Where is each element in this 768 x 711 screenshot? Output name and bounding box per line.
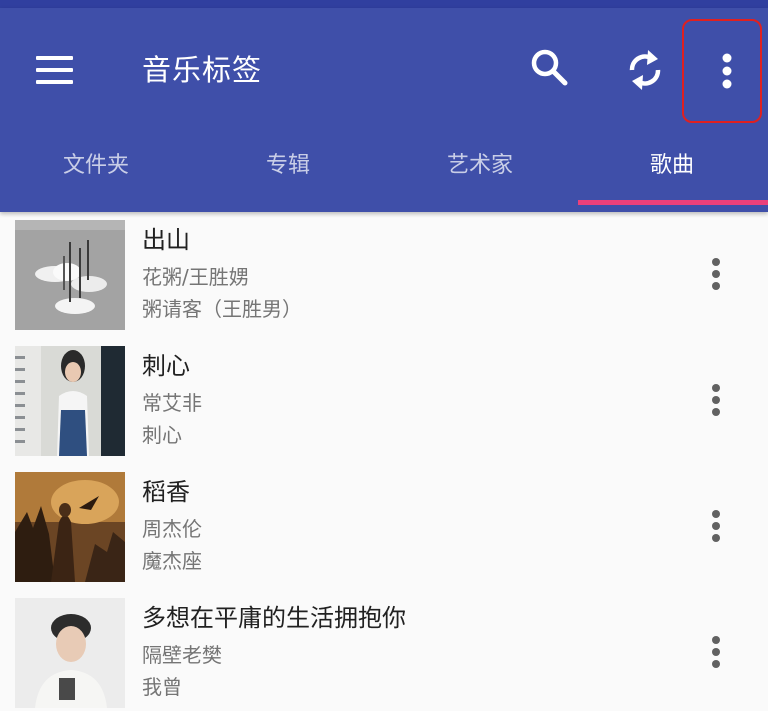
song-artist: 隔壁老樊	[142, 643, 222, 667]
page-title: 音乐标签	[142, 53, 263, 87]
album-cover	[15, 598, 125, 708]
album-cover	[15, 220, 125, 330]
search-icon[interactable]	[514, 34, 584, 104]
sync-icon[interactable]	[610, 34, 680, 104]
song-title: 稻香	[142, 478, 190, 506]
song-album: 刺心	[142, 423, 182, 447]
song-artist: 花粥/王胜娚	[142, 265, 249, 289]
list-item[interactable]: 多想在平庸的生活拥抱你 隔壁老樊 我曾	[0, 590, 768, 711]
song-album: 粥请客（王胜男）	[142, 297, 302, 321]
album-cover	[15, 346, 125, 456]
more-vert-icon[interactable]	[696, 500, 736, 552]
song-title: 出山	[142, 226, 190, 254]
list-item[interactable]: 稻香 周杰伦 魔杰座	[0, 464, 768, 590]
song-title: 刺心	[142, 352, 190, 380]
song-album: 魔杰座	[142, 549, 202, 573]
more-vert-icon[interactable]	[696, 248, 736, 300]
more-vert-icon[interactable]	[696, 374, 736, 426]
tab-folders[interactable]: 文件夹	[0, 136, 192, 212]
song-title: 多想在平庸的生活拥抱你	[142, 604, 406, 632]
song-artist: 周杰伦	[142, 517, 202, 541]
song-list: 出山 花粥/王胜娚 粥请客（王胜男） 刺心 常艾非 刺心 稻香 周杰伦 魔杰座 …	[0, 212, 768, 711]
list-item[interactable]: 刺心 常艾非 刺心	[0, 338, 768, 464]
more-vert-icon[interactable]	[696, 626, 736, 678]
tab-albums[interactable]: 专辑	[192, 136, 384, 212]
highlight-box	[682, 19, 762, 123]
list-item[interactable]: 出山 花粥/王胜娚 粥请客（王胜男）	[0, 212, 768, 338]
album-cover	[15, 472, 125, 582]
menu-icon[interactable]	[22, 42, 86, 98]
song-album: 我曾	[142, 675, 182, 699]
song-artist: 常艾非	[142, 391, 202, 415]
tab-artists[interactable]: 艺术家	[384, 136, 576, 212]
tab-indicator	[578, 200, 768, 205]
status-bar	[0, 0, 768, 8]
app-bar: 音乐标签 文件夹 专辑 艺术家 歌曲	[0, 8, 768, 212]
